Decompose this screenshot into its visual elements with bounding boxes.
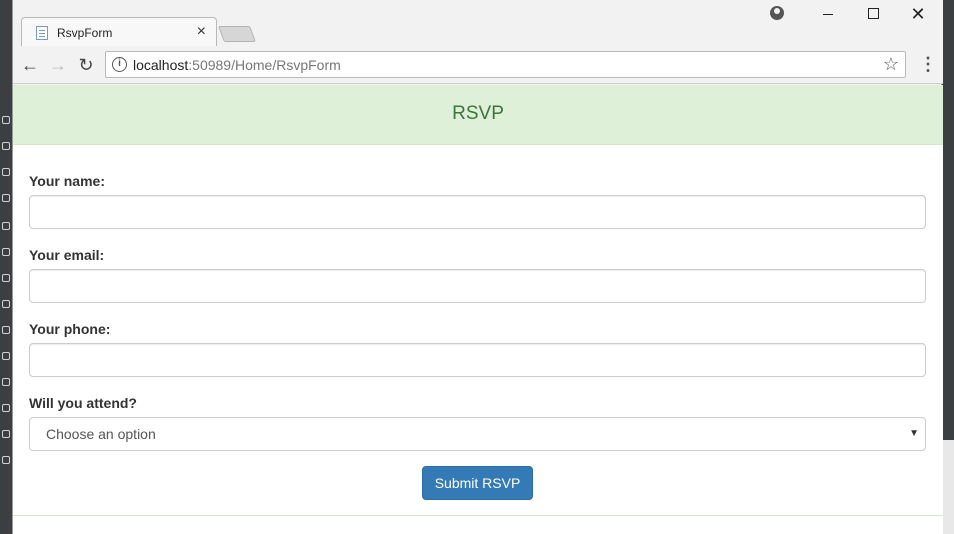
background-tool-icon	[2, 194, 10, 202]
info-icon[interactable]: i	[112, 57, 127, 72]
background-tool-icon	[2, 300, 10, 308]
background-tool-icon	[2, 222, 10, 230]
url-text[interactable]: localhost:50989/Home/RsvpForm	[133, 57, 341, 73]
tab-title: RsvpForm	[57, 26, 113, 40]
profile-icon[interactable]	[770, 6, 784, 20]
browser-toolbar: ← → ↻ i localhost:50989/Home/RsvpForm ☆ …	[13, 46, 943, 84]
reload-icon[interactable]: ↻	[75, 54, 97, 76]
background-tool-icon	[2, 404, 10, 412]
phone-label: Your phone:	[29, 321, 111, 337]
phone-input[interactable]	[29, 343, 926, 377]
attend-label: Will you attend?	[29, 395, 137, 411]
background-tool-icon	[2, 456, 10, 464]
background-tool-icon	[2, 142, 10, 150]
forward-arrow-icon[interactable]: →	[47, 54, 69, 76]
page-icon	[36, 26, 48, 40]
bookmark-star-icon[interactable]: ☆	[883, 54, 899, 75]
browser-tab[interactable]: RsvpForm ×	[21, 17, 217, 47]
maximize-icon[interactable]	[858, 4, 888, 24]
name-input[interactable]	[29, 195, 926, 229]
close-window-icon[interactable]: ✕	[903, 4, 933, 24]
background-tool-icon	[2, 116, 10, 124]
background-tool-icon	[2, 430, 10, 438]
address-bar[interactable]: i localhost:50989/Home/RsvpForm ☆	[105, 51, 906, 78]
url-host: localhost	[133, 57, 189, 73]
background-tool-icon	[2, 352, 10, 360]
email-input[interactable]	[29, 269, 926, 303]
page-title: RSVP	[452, 103, 504, 124]
name-label: Your name:	[29, 173, 105, 189]
browser-menu-icon[interactable]: ⋮	[919, 54, 937, 75]
background-tool-icon	[2, 248, 10, 256]
attend-select-value: Choose an option	[46, 426, 156, 442]
minimize-icon[interactable]	[813, 4, 843, 24]
background-tool-icon	[2, 378, 10, 386]
rsvp-banner: RSVP	[13, 85, 943, 145]
tab-strip: RsvpForm × ✕	[13, 0, 943, 47]
background-tool-icon	[2, 326, 10, 334]
chevron-down-icon: ▼	[909, 428, 919, 439]
email-label: Your email:	[29, 247, 105, 263]
background-tool-icon	[2, 274, 10, 282]
background-tool-icon	[2, 168, 10, 176]
browser-window: RsvpForm × ✕ ← → ↻ i localhost:50989/Hom…	[12, 0, 943, 534]
url-path: :50989/Home/RsvpForm	[188, 57, 341, 73]
background-app-left-strip	[0, 0, 12, 534]
tab-close-icon[interactable]: ×	[197, 23, 206, 41]
submit-rsvp-button[interactable]: Submit RSVP	[422, 466, 533, 500]
attend-select[interactable]: Choose an option ▼	[29, 417, 926, 451]
new-tab-button[interactable]	[218, 26, 256, 42]
back-arrow-icon[interactable]: ←	[19, 54, 41, 76]
page-divider	[13, 515, 943, 516]
page-content: RSVP Your name: Your email: Your phone: …	[13, 85, 943, 534]
